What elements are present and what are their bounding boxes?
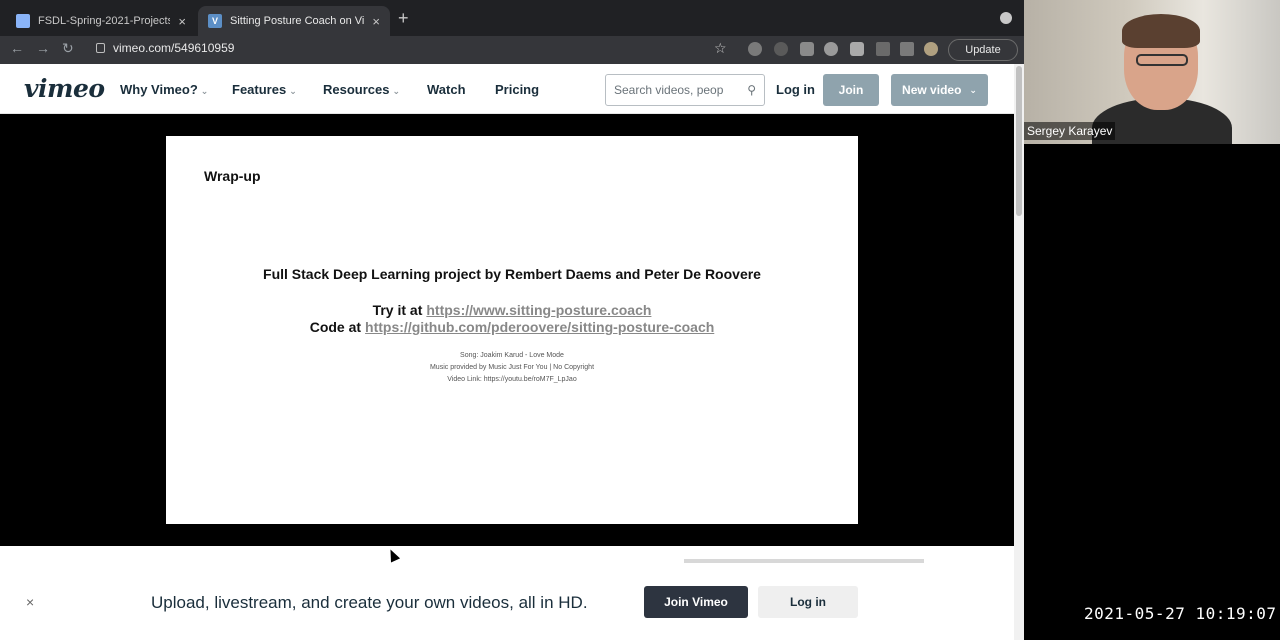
nav-label: Features [232,82,287,97]
extension-icon[interactable] [800,42,814,56]
star-icon[interactable]: ☆ [714,40,727,57]
code-link: https://github.com/pderoovere/sitting-po… [365,319,715,335]
new-video-label: New video [902,83,962,97]
chevron-down-icon: ⌄ [200,86,209,96]
browser-toolbar: ← → ↻ vimeo.com/549610959 ☆ Update [0,36,1024,64]
slide-main-line: Full Stack Deep Learning project by Remb… [263,266,761,282]
login-link[interactable]: Log in [776,82,815,97]
tab-bar: FSDL-Spring-2021-Projects-S × V Sitting … [0,0,1024,36]
puzzle-icon[interactable] [850,42,864,56]
back-arrow-icon[interactable]: ← [10,40,24,56]
tab-title: Sitting Posture Coach on Vimeo [230,15,365,27]
search-input[interactable] [614,83,740,97]
cast-icon[interactable] [876,42,890,56]
nav-pricing[interactable]: Pricing [495,82,539,97]
nav-label: Why Vimeo? [120,82,198,97]
tab-fsdl-projects[interactable]: FSDL-Spring-2021-Projects-S × [6,6,196,36]
close-icon[interactable]: × [372,14,380,29]
nav-resources[interactable]: Resources ⌄ [323,82,400,97]
below-player-area [0,546,1014,566]
search-box: ⚲ [605,74,765,106]
nav-label: Pricing [495,82,540,97]
glasses-icon [1136,54,1188,66]
new-video-button[interactable]: New video ⌄ [891,74,988,106]
join-button[interactable]: Join [823,74,879,106]
browser-window: FSDL-Spring-2021-Projects-S × V Sitting … [0,0,1024,640]
chevron-down-icon: ⌄ [392,86,401,96]
update-button[interactable]: Update [948,39,1018,61]
reload-icon[interactable]: ↻ [62,40,74,57]
avatar[interactable] [924,42,938,56]
slide-title: Wrap-up [204,168,261,184]
vimeo-favicon-icon: V [208,14,222,28]
vimeo-header: vimeo Why Vimeo? ⌄ Features ⌄ Resources ⌄ W… [0,64,1014,114]
participant-name: Sergey Karayev [1024,122,1116,140]
lock-icon [96,43,105,53]
new-tab-button[interactable]: + [398,8,409,29]
person-hair [1122,14,1200,48]
vimeo-logo[interactable]: vimeo [24,74,105,103]
nav-why-vimeo[interactable]: Why Vimeo? ⌄ [120,82,208,97]
github-icon[interactable] [824,42,838,56]
chevron-down-icon: ⌄ [969,84,977,95]
extension-icon[interactable] [748,42,762,56]
credit-line: Video Link: https://youtu.be/roM7F_LpJao [447,376,577,383]
tab-title: FSDL-Spring-2021-Projects-S [38,15,171,27]
credit-line: Music provided by Music Just For You | N… [429,364,595,371]
chevron-down-icon: ⌄ [289,86,297,96]
screen: FSDL-Spring-2021-Projects-S × V Sitting … [0,0,1280,640]
window-menu-icon[interactable] [1000,12,1012,24]
credit-line: Song: Joakim Karud - Love Mode [460,352,564,359]
slide-code-line: Code at https://github.com/pderoovere/sit… [166,319,858,335]
extension-icon[interactable] [774,42,788,56]
try-link: https://www.sitting-posture.coach [426,302,652,318]
side-panel [1024,144,1280,640]
reading-list-icon[interactable] [900,42,914,56]
url-text: vimeo.com/549610959 [113,41,235,55]
tab-vimeo[interactable]: V Sitting Posture Coach on Vimeo × [198,6,390,36]
address-bar[interactable]: vimeo.com/549610959 [96,41,234,55]
banner-login-button[interactable]: Log in [758,586,858,618]
video-player[interactable]: Wrap-up Full Stack Deep Learning project… [0,114,1014,546]
nav-label: Resources [323,82,390,97]
slide-try-line: Try it at https://www.sitting-posture.coa… [166,302,858,318]
page-scrollbar[interactable] [1014,64,1024,640]
close-icon[interactable]: × [178,14,186,29]
nav-watch[interactable]: Watch [427,82,466,97]
timestamp: 2021-05-27 10:19:07 [1084,604,1277,623]
divider [684,559,924,563]
code-label: Code at [309,319,362,335]
forward-arrow-icon[interactable]: → [36,40,50,56]
try-label: Try it at [372,302,423,318]
nav-features[interactable]: Features ⌄ [232,82,297,97]
nav-label: Watch [427,82,466,97]
signup-banner: × Upload, livestream, and create your ow… [0,566,1014,640]
close-icon[interactable]: × [26,594,34,610]
scrollbar-thumb[interactable] [1016,66,1022,216]
doc-icon [16,14,30,28]
join-vimeo-button[interactable]: Join Vimeo [644,586,748,618]
search-icon[interactable]: ⚲ [747,83,756,97]
banner-text: Upload, livestream, and create your own … [151,593,588,612]
video-frame-slide: Wrap-up Full Stack Deep Learning project… [166,136,858,524]
